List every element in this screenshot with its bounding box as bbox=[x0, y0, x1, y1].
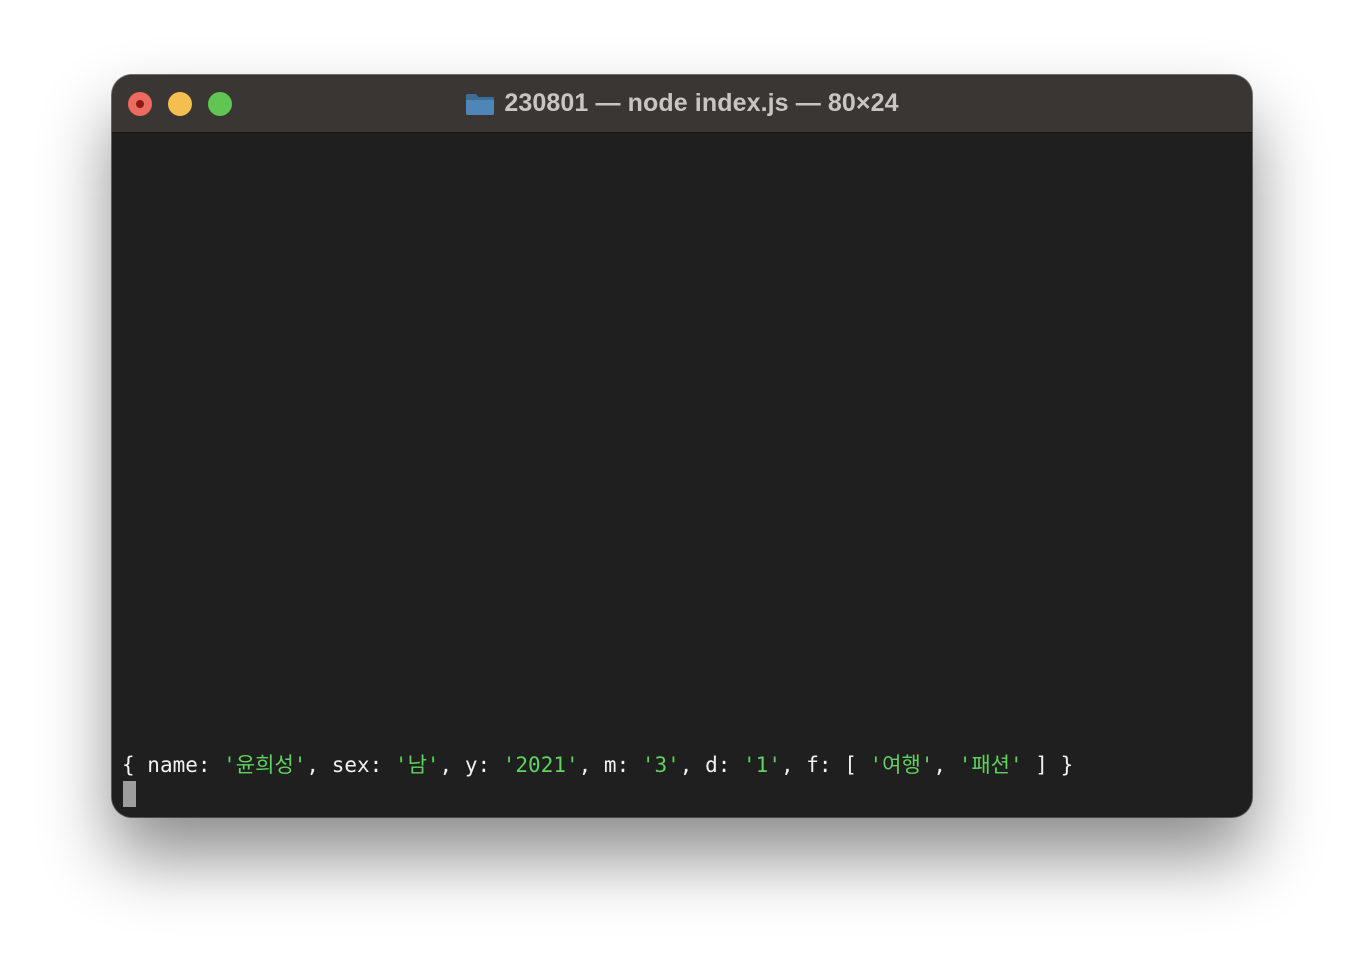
key-sex: sex: bbox=[331, 753, 395, 777]
title-bar[interactable]: 230801 — node index.js — 80×24 bbox=[112, 75, 1252, 133]
folder-icon bbox=[466, 93, 495, 115]
separator: , bbox=[439, 753, 465, 777]
value-y: '2021' bbox=[502, 753, 579, 777]
value-f-item-2: '패션' bbox=[958, 753, 1023, 777]
key-name: name: bbox=[147, 753, 224, 777]
key-m: m: bbox=[603, 753, 642, 777]
text-cursor bbox=[123, 781, 136, 807]
key-d: d: bbox=[705, 753, 744, 777]
terminal-content[interactable]: { name: '윤희성', sex: '남', y: '2021', m: '… bbox=[112, 133, 1252, 817]
key-y: y: bbox=[464, 753, 503, 777]
separator: , bbox=[933, 753, 959, 777]
output-line: { name: '윤희성', sex: '남', y: '2021', m: '… bbox=[122, 751, 1073, 779]
closing-brackets: ] } bbox=[1022, 753, 1074, 777]
value-f-item-1: '여행' bbox=[869, 753, 934, 777]
terminal-window[interactable]: 230801 — node index.js — 80×24 { name: '… bbox=[112, 75, 1252, 817]
value-sex: '남' bbox=[394, 753, 440, 777]
separator: , bbox=[306, 753, 332, 777]
value-d: '1' bbox=[743, 753, 781, 777]
key-f: f: [ bbox=[806, 753, 870, 777]
window-title-group: 230801 — node index.js — 80×24 bbox=[112, 75, 1252, 132]
separator: , bbox=[578, 753, 604, 777]
separator: , bbox=[679, 753, 706, 777]
window-title: 230801 — node index.js — 80×24 bbox=[504, 89, 899, 117]
value-name: '윤희성' bbox=[223, 753, 307, 777]
separator: , bbox=[780, 753, 807, 777]
open-brace: { bbox=[122, 753, 148, 777]
value-m: '3' bbox=[641, 753, 680, 777]
